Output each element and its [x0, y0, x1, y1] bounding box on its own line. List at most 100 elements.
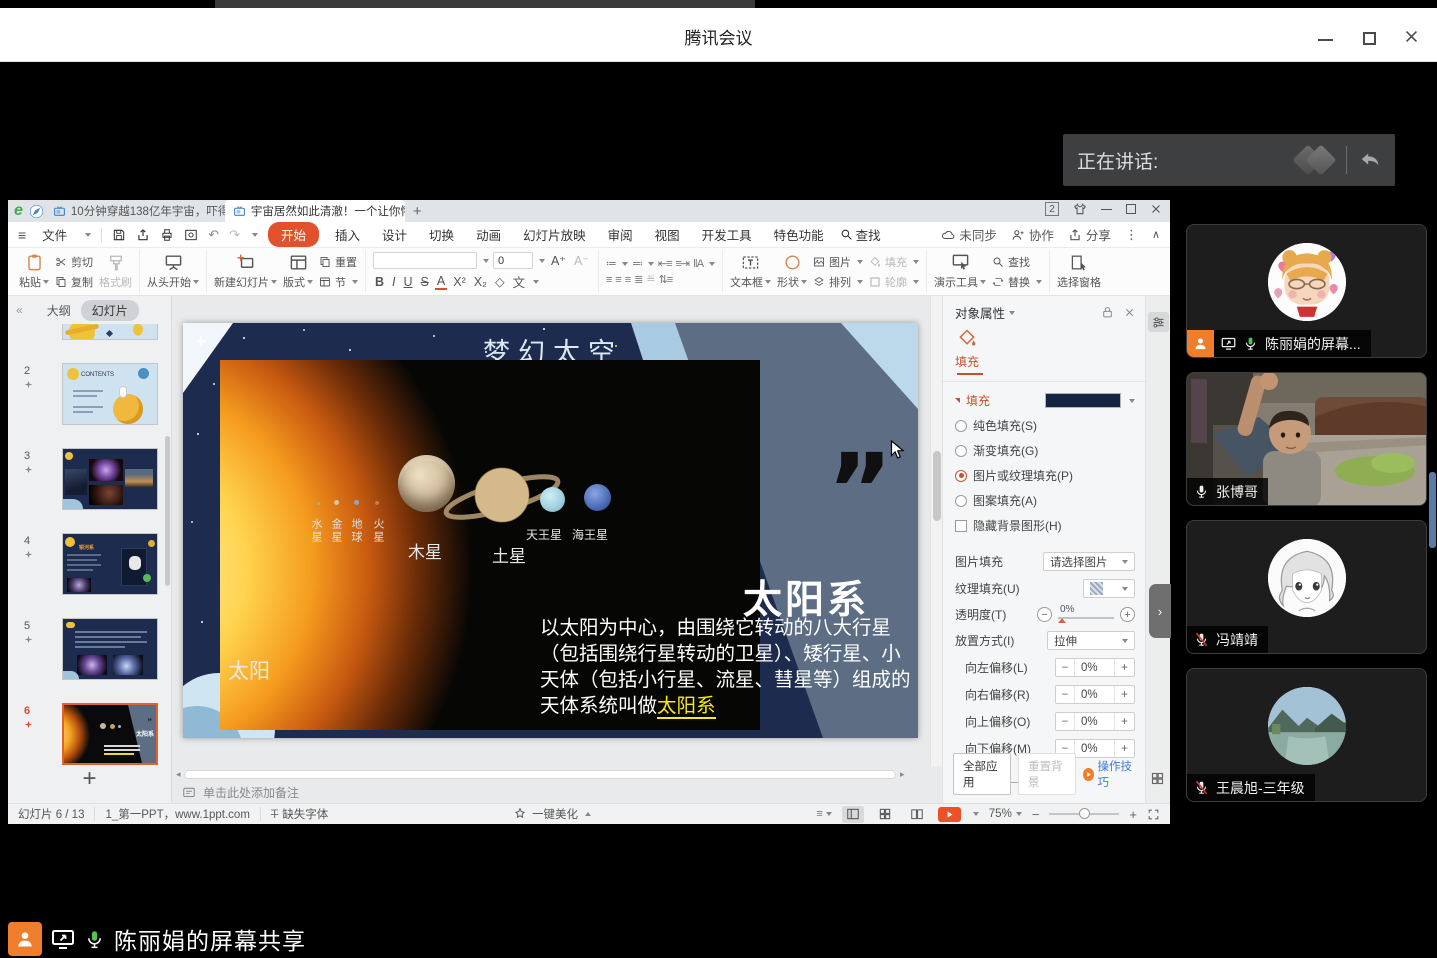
font-color-button[interactable]: A [435, 274, 447, 290]
collapse-properties-button[interactable]: › [1149, 584, 1171, 638]
play-options-caret[interactable] [973, 812, 979, 816]
zoom-out-button[interactable]: − [1032, 807, 1040, 822]
reset-button[interactable]: 重置 [319, 254, 358, 270]
participant-list-scrollbar[interactable] [1429, 472, 1436, 548]
menu-file[interactable]: 文件 [36, 223, 73, 246]
bold-button[interactable]: B [373, 275, 386, 289]
copy-button[interactable]: 复制 [55, 274, 93, 290]
document-name[interactable]: 1_第一PPT，www.1ppt.com [105, 806, 249, 822]
picture-button[interactable]: 图片 [813, 254, 863, 270]
slide-thumb-row-5[interactable]: 5 [8, 618, 171, 680]
tips-link[interactable]: 操作技巧 [1083, 758, 1135, 790]
panel-scrollbar[interactable] [165, 436, 170, 586]
menu-find[interactable]: 查找 [840, 225, 881, 244]
notes-toggle[interactable]: ≡ [816, 808, 831, 820]
wps-logo-icon[interactable]: e [14, 202, 23, 220]
skin-icon[interactable] [1073, 202, 1087, 216]
object-properties-toggle[interactable] [1148, 312, 1169, 332]
undo-icon[interactable]: ↶ [208, 227, 219, 243]
picture-select-dropdown[interactable]: 请选择图片 [1043, 552, 1135, 571]
option-gradient-fill[interactable]: 渐变填充(G) [943, 438, 1145, 463]
texture-dropdown[interactable] [1083, 579, 1135, 598]
zoom-slider[interactable] [1049, 813, 1119, 815]
menu-animation[interactable]: 动画 [470, 223, 507, 246]
increase-indent-icon[interactable]: ≡⇥ [676, 257, 690, 270]
slide-5-thumbnail[interactable] [62, 618, 158, 680]
layout-button[interactable]: 版式 [283, 253, 313, 290]
view-sorter-button[interactable] [874, 806, 896, 823]
slide-6-thumbnail-selected[interactable]: ” 太阳系 [62, 703, 158, 765]
menu-review[interactable]: 审阅 [602, 223, 639, 246]
subscript-button[interactable]: X₂ [472, 275, 489, 289]
slide-thumb-row-3[interactable]: 3 [8, 448, 171, 510]
missing-font-button[interactable]: T 缺失字体 [271, 806, 328, 822]
maximize-button[interactable] [1359, 30, 1381, 48]
slide-thumb-row-2[interactable]: 2 CONTENTS [8, 363, 171, 425]
fill-color-swatch[interactable] [1045, 393, 1121, 408]
print-icon[interactable] [160, 228, 174, 242]
line-spacing-icon[interactable]: ⇅≡ [659, 273, 673, 286]
swatch-caret-icon[interactable] [1129, 399, 1135, 403]
new-slide-button[interactable]: 新建幻灯片 [214, 253, 277, 290]
scroll-left-icon[interactable]: ◂ [176, 769, 181, 780]
sync-status[interactable]: 未同步 [941, 225, 997, 244]
superscript-button[interactable]: X² [451, 275, 468, 289]
arrange-button[interactable]: 排列 [813, 274, 863, 290]
scroll-right-icon[interactable]: ▸ [900, 769, 905, 780]
placement-dropdown[interactable]: 拉伸 [1047, 631, 1135, 650]
zoom-in-button[interactable]: + [1129, 807, 1137, 822]
save-icon[interactable] [112, 228, 126, 242]
participant-tile-4[interactable]: 王晨旭-三年级 [1186, 668, 1427, 802]
align-right-icon[interactable]: ≡ [625, 274, 630, 286]
selection-pane-button[interactable]: 选择窗格 [1057, 253, 1101, 290]
thumbnail-grid-icon[interactable] [1150, 771, 1165, 789]
notes-bar[interactable]: 单击此处添加备注 [182, 784, 299, 801]
option-hide-background[interactable]: 隐藏背景图形(H) [943, 513, 1145, 538]
section-button[interactable]: 节 [319, 274, 358, 290]
find-button[interactable]: 查找 [992, 254, 1042, 270]
bullet-list-icon[interactable]: ≔ [606, 257, 616, 270]
document-tab-1[interactable]: 10分钟穿越138亿年宇宙，吓得我 [45, 200, 225, 222]
participant-tile-3[interactable]: 冯靖靖 [1186, 520, 1427, 654]
decrease-font-button[interactable]: A⁻ [572, 253, 591, 268]
participant-tile-2[interactable]: 张博哥 [1186, 372, 1427, 506]
underline-button[interactable]: U [402, 275, 415, 289]
slide-editor[interactable]: 梦幻太空 太阳 水星 金星 地球 火星 木星 [183, 323, 918, 738]
wps-minimize-icon[interactable] [1101, 209, 1112, 210]
participant-tile-1[interactable]: 陈丽娟的屏幕... [1186, 224, 1427, 358]
menu-transition[interactable]: 切换 [423, 223, 460, 246]
highlight-button[interactable]: 文 [511, 272, 528, 291]
view-normal-button[interactable] [842, 806, 864, 823]
quickbar-caret-icon[interactable] [252, 233, 258, 237]
view-reading-button[interactable] [906, 806, 928, 823]
reset-background-button[interactable]: 重置背景 [1018, 753, 1076, 795]
collapse-ribbon-icon[interactable]: ∧ [1152, 228, 1160, 241]
presentation-tools-button[interactable]: 演示工具 [934, 253, 986, 290]
align-center-icon[interactable]: ≡ [615, 274, 620, 286]
print-preview-icon[interactable] [184, 228, 198, 242]
decrease-indent-icon[interactable]: ⇤≡ [658, 257, 672, 270]
fit-slide-icon[interactable] [1147, 808, 1160, 821]
docs-home-icon[interactable] [29, 204, 44, 219]
slider-marker-icon[interactable] [1058, 618, 1066, 623]
numbered-list-icon[interactable]: ≕ [632, 257, 642, 270]
more-menu-icon[interactable]: ⋮ [1125, 227, 1138, 243]
slide-thumb-row-4[interactable]: 4 银河系 [8, 533, 171, 595]
fill-button[interactable]: 填充 [869, 254, 919, 270]
offset-right-stepper[interactable]: −0%+ [1055, 685, 1135, 704]
share-button[interactable]: 分享 [1068, 225, 1111, 244]
slide-thumb-row-1[interactable] [8, 324, 171, 340]
outline-button[interactable]: 轮廓 [869, 274, 919, 290]
menu-view[interactable]: 视图 [649, 223, 686, 246]
menu-slideshow[interactable]: 幻灯片放映 [517, 223, 592, 246]
clear-format-icon[interactable]: ◇ [493, 274, 507, 289]
fill-tab[interactable]: 填充 [943, 351, 1145, 370]
replace-button[interactable]: 替换 [992, 274, 1042, 290]
shapes-button[interactable]: 形状 [777, 253, 807, 290]
format-painter-button[interactable]: 格式刷 [99, 254, 132, 290]
transparency-slider[interactable]: 0% [1058, 607, 1114, 623]
distribute-icon[interactable]: ≝ [646, 273, 654, 286]
play-from-start-button[interactable]: 从头开始 [147, 253, 199, 290]
panel-close-icon[interactable] [1124, 307, 1135, 318]
wps-restore-icon[interactable] [1126, 204, 1136, 214]
